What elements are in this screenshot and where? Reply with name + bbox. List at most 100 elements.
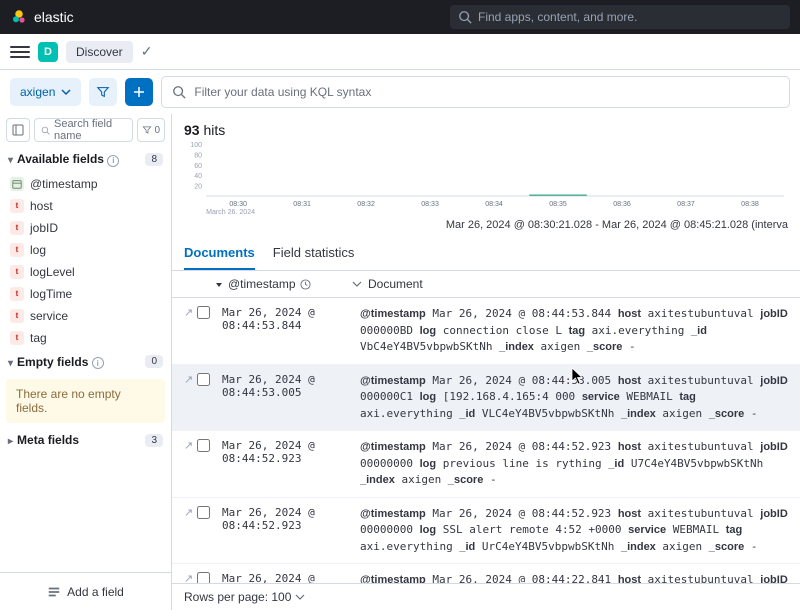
plus-icon	[133, 86, 145, 98]
expand-icon[interactable]: ↗	[184, 439, 193, 452]
row-document: @timestamp Mar 26, 2024 @ 08:44:52.923 h…	[360, 506, 788, 556]
histogram-chart[interactable]: 2040608010008:3008:3108:3208:3308:3408:3…	[172, 138, 800, 217]
table-row[interactable]: ↗Mar 26, 2024 @ 08:44:53.844@timestamp M…	[172, 298, 800, 365]
chevron-down-icon	[352, 279, 362, 289]
row-timestamp: Mar 26, 2024 @ 08:44:52.923	[222, 506, 352, 556]
field-name: @timestamp	[30, 177, 98, 191]
field-name: logLevel	[30, 265, 75, 279]
table-row[interactable]: ↗Mar 26, 2024 @ 08:44:22.841@timestamp M…	[172, 564, 800, 583]
table-row[interactable]: ↗ Mar 26, 2024 @ 08:44:52.923@timestamp M…	[172, 498, 800, 565]
svg-text:100: 100	[190, 142, 202, 149]
meta-fields-count: 3	[145, 434, 163, 447]
expand-icon[interactable]: ↗	[184, 306, 193, 319]
info-icon[interactable]: i	[92, 357, 104, 369]
add-field-button[interactable]: Add a field	[0, 572, 171, 610]
field-name: host	[30, 199, 53, 213]
row-checkbox[interactable]	[197, 572, 210, 583]
chevron-down-icon	[295, 592, 305, 602]
empty-fields-header[interactable]: ▾ Empty fields i 0	[0, 349, 171, 376]
search-icon	[172, 85, 186, 99]
field-item[interactable]: t logLevel	[0, 261, 171, 283]
query-toolbar: axigen Filter your data using KQL syntax	[0, 70, 800, 114]
text-type-icon: t	[10, 243, 24, 257]
text-type-icon: t	[10, 221, 24, 235]
expand-icon[interactable]: ↗	[184, 373, 193, 386]
svg-text:08:34: 08:34	[485, 201, 503, 208]
text-type-icon: t	[10, 287, 24, 301]
col-document[interactable]: Document	[352, 277, 788, 291]
rows-per-page-button[interactable]: Rows per page: 100	[184, 590, 291, 604]
check-icon[interactable]: ✓	[141, 43, 153, 60]
field-item[interactable]: thost	[0, 195, 171, 217]
available-fields-header[interactable]: ▾ Available fields i 8	[0, 146, 171, 173]
field-name: service	[30, 309, 68, 323]
field-item[interactable]: tjobID	[0, 217, 171, 239]
text-type-icon: t	[10, 265, 24, 279]
tab-documents[interactable]: Documents	[184, 237, 255, 270]
dataview-button[interactable]: axigen	[10, 78, 81, 106]
global-search-placeholder: Find apps, content, and more.	[478, 10, 637, 24]
sort-down-icon	[214, 279, 224, 289]
text-type-icon: t	[10, 199, 24, 213]
row-checkbox[interactable]	[197, 306, 210, 319]
dataview-label: axigen	[20, 85, 55, 99]
row-document: @timestamp Mar 26, 2024 @ 08:44:53.005 h…	[360, 373, 788, 423]
svg-text:20: 20	[194, 184, 202, 191]
svg-text:08:33: 08:33	[421, 201, 439, 208]
expand-icon[interactable]: ↗	[184, 572, 193, 583]
global-header: elastic Find apps, content, and more.	[0, 0, 800, 34]
row-checkbox[interactable]	[197, 506, 210, 519]
column-headers: @timestamp Document	[172, 271, 800, 298]
field-layout-button[interactable]	[6, 118, 30, 142]
row-timestamp: Mar 26, 2024 @ 08:44:53.005	[222, 373, 352, 423]
tab-field-statistics[interactable]: Field statistics	[273, 237, 355, 270]
query-placeholder: Filter your data using KQL syntax	[194, 85, 371, 99]
filter-button[interactable]	[89, 78, 117, 106]
caret-down-icon: ▾	[8, 155, 13, 166]
field-list: @timestampthosttjobIDtlogtlogLeveltlogTi…	[0, 173, 171, 349]
menu-toggle-button[interactable]	[10, 42, 30, 62]
svg-text:80: 80	[194, 152, 202, 159]
app-name-pill[interactable]: Discover	[66, 41, 133, 63]
svg-text:March 26, 2024: March 26, 2024	[206, 209, 255, 214]
global-search[interactable]: Find apps, content, and more.	[450, 5, 790, 29]
field-name: logTime	[30, 287, 72, 301]
svg-text:08:35: 08:35	[549, 201, 567, 208]
field-filter-button[interactable]: 0	[137, 118, 165, 142]
row-checkbox[interactable]	[197, 439, 210, 452]
available-fields-count: 8	[145, 153, 163, 166]
space-badge[interactable]: D	[38, 42, 58, 62]
layout-icon	[12, 124, 24, 136]
svg-text:08:31: 08:31	[293, 201, 311, 208]
empty-fields-count: 0	[145, 355, 163, 368]
field-item[interactable]: t logTime	[0, 283, 171, 305]
field-name: log	[30, 243, 46, 257]
row-checkbox[interactable]	[197, 373, 210, 386]
empty-fields-label: Empty fields	[17, 355, 88, 369]
field-item[interactable]: @timestamp	[0, 173, 171, 195]
expand-icon[interactable]: ↗	[184, 506, 193, 519]
table-row[interactable]: ↗Mar 26, 2024 @ 08:44:52.923@timestamp M…	[172, 431, 800, 498]
query-input[interactable]: Filter your data using KQL syntax	[161, 76, 790, 108]
col-timestamp[interactable]: @timestamp	[184, 277, 344, 291]
field-item[interactable]: ttag	[0, 327, 171, 349]
add-filter-button[interactable]	[125, 78, 153, 106]
tabs: Documents Field statistics	[172, 237, 800, 271]
elastic-logo-icon	[10, 8, 28, 26]
field-search-input[interactable]: Search field name	[34, 118, 133, 142]
elastic-logo[interactable]: elastic	[10, 8, 450, 26]
svg-text:08:36: 08:36	[613, 201, 631, 208]
table-row[interactable]: ↗ Mar 26, 2024 @ 08:44:53.005@timestamp M…	[172, 365, 800, 432]
svg-text:60: 60	[194, 163, 202, 170]
meta-fields-header[interactable]: ▸Meta fields 3	[0, 427, 171, 453]
svg-text:40: 40	[194, 173, 202, 180]
info-icon[interactable]: i	[107, 155, 119, 167]
field-search-placeholder: Search field name	[54, 118, 126, 142]
field-item[interactable]: tlog	[0, 239, 171, 261]
field-item[interactable]: tservice	[0, 305, 171, 327]
elastic-logo-text: elastic	[34, 9, 74, 25]
sidebar-toolbar: Search field name 0	[0, 114, 171, 146]
available-fields-label: Available fields	[17, 152, 104, 166]
meta-fields-label: Meta fields	[17, 433, 79, 447]
caret-down-icon: ▾	[8, 358, 13, 369]
